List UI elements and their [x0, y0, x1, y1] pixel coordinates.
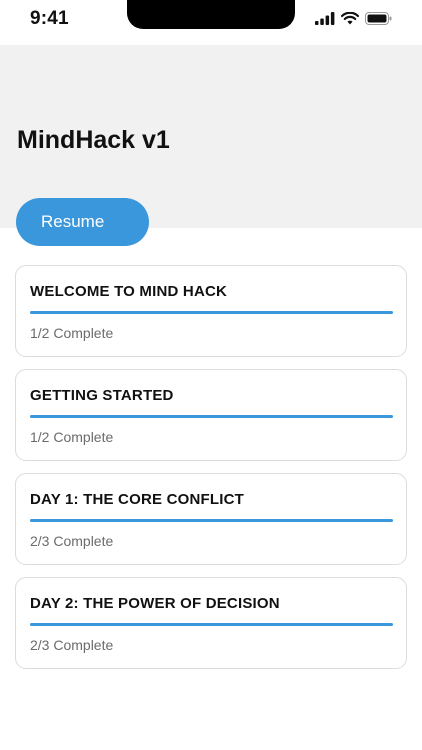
progress-bar	[30, 415, 393, 418]
module-status: 1/2 Complete	[30, 325, 114, 341]
module-card-welcome[interactable]: WELCOME TO MIND HACK 1/2 Complete	[15, 265, 407, 357]
progress-bar	[30, 311, 393, 314]
module-status: 2/3 Complete	[30, 637, 114, 653]
module-title: GETTING STARTED	[30, 387, 174, 404]
signal-icon	[315, 12, 335, 25]
progress-fill	[30, 519, 393, 522]
status-icons	[315, 12, 392, 25]
progress-bar	[30, 519, 393, 522]
module-title: DAY 2: THE POWER OF DECISION	[30, 595, 280, 612]
progress-bar	[30, 623, 393, 626]
status-time: 9:41	[30, 8, 69, 29]
status-bar: 9:41	[0, 0, 422, 45]
module-status: 2/3 Complete	[30, 533, 114, 549]
page-title: MindHack v1	[17, 126, 170, 154]
device-notch	[127, 0, 295, 29]
progress-fill	[30, 623, 393, 626]
resume-button[interactable]: Resume	[16, 198, 149, 246]
progress-fill	[30, 415, 393, 418]
module-title: WELCOME TO MIND HACK	[30, 283, 228, 300]
module-card-day-1[interactable]: DAY 1: THE CORE CONFLICT 2/3 Complete	[15, 473, 407, 565]
battery-icon	[365, 12, 392, 25]
module-status: 1/2 Complete	[30, 429, 114, 445]
module-title: DAY 1: THE CORE CONFLICT	[30, 491, 244, 508]
module-list: WELCOME TO MIND HACK 1/2 Complete GETTIN…	[15, 265, 407, 681]
module-card-day-2[interactable]: DAY 2: THE POWER OF DECISION 2/3 Complet…	[15, 577, 407, 669]
progress-fill	[30, 311, 393, 314]
wifi-icon	[341, 12, 359, 25]
module-card-getting-started[interactable]: GETTING STARTED 1/2 Complete	[15, 369, 407, 461]
